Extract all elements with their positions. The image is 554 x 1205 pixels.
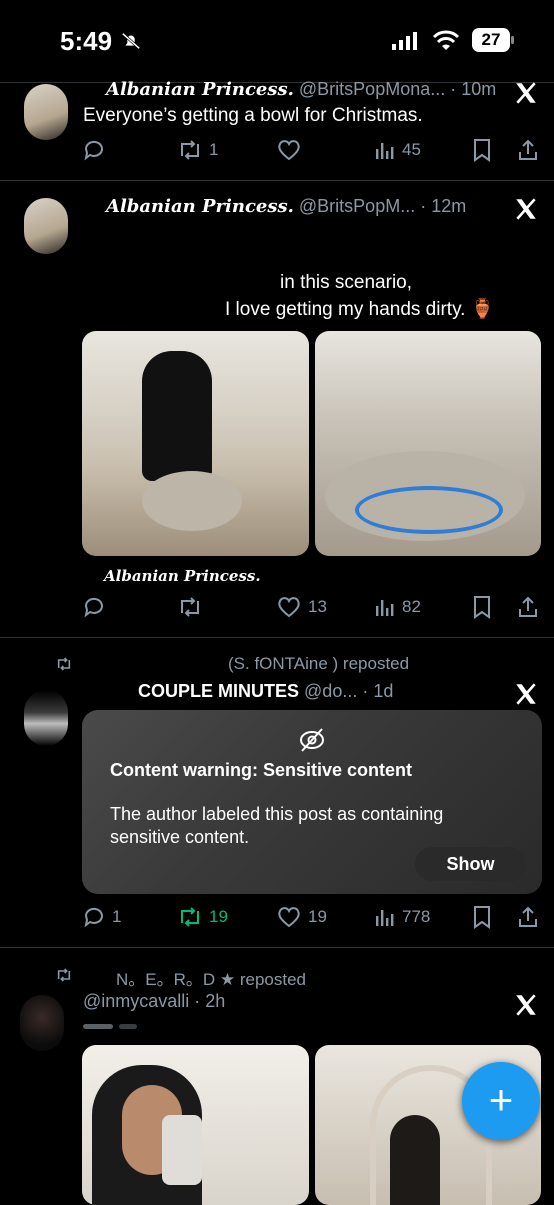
photo-figure xyxy=(142,351,212,481)
views-icon xyxy=(376,143,394,159)
show-button[interactable]: Show xyxy=(415,847,526,881)
photo-figure xyxy=(390,1115,440,1205)
photo-wheel xyxy=(142,471,242,531)
repost-indicator-icon xyxy=(57,968,71,982)
repost-button[interactable]: 1 xyxy=(177,135,218,165)
handle-time: @do... · 1d xyxy=(304,681,394,701)
reply-icon xyxy=(84,907,103,928)
handle-time: @BritsPopM... · 12m xyxy=(298,196,467,216)
repost-by[interactable]: (S. fONTAine ) reposted xyxy=(228,654,409,674)
tweet-text-line-1: in this scenario, xyxy=(280,272,413,293)
views-count: 82 xyxy=(402,597,421,616)
divider xyxy=(0,947,554,948)
repost-icon xyxy=(181,140,199,160)
warning-body: The author labeled this post as containi… xyxy=(110,804,444,847)
loading-bar xyxy=(83,1024,113,1029)
avatar[interactable] xyxy=(24,84,68,140)
battery-indicator: 27 xyxy=(472,28,510,52)
reply-button[interactable] xyxy=(82,135,112,165)
tweet-actions: 1 19 19 778 xyxy=(82,902,542,932)
battery-tip xyxy=(511,36,514,44)
bookmark-icon[interactable] xyxy=(472,595,492,619)
pottery-photo-1[interactable] xyxy=(82,331,309,556)
tweet-text-line-2: I love getting my hands dirty. 🏺 xyxy=(225,299,495,320)
views-count: 45 xyxy=(402,140,421,159)
reply-icon xyxy=(84,597,103,618)
avatar[interactable] xyxy=(24,198,68,254)
repost-icon xyxy=(181,597,199,617)
x-logo-icon xyxy=(516,82,536,104)
views-button[interactable]: 45 xyxy=(374,135,421,165)
heart-icon xyxy=(278,140,300,161)
display-name[interactable]: COUPLE MINUTES xyxy=(138,681,299,701)
warning-title: Content warning: Sensitive content xyxy=(110,760,413,780)
reply-icon xyxy=(84,140,103,161)
divider xyxy=(0,637,554,638)
repost-count: 19 xyxy=(209,907,228,926)
reply-button[interactable]: 1 xyxy=(82,902,121,932)
repost-by[interactable]: N。E。R。D ★ reposted xyxy=(116,965,306,990)
loading-bar xyxy=(119,1024,137,1029)
like-button[interactable] xyxy=(276,135,308,165)
display-name[interactable]: Albanian Princess. xyxy=(106,79,294,100)
x-logo-icon xyxy=(516,683,536,705)
tweet-actions: 13 82 xyxy=(82,592,542,622)
repost-button[interactable]: 19 xyxy=(177,902,228,932)
heart-icon xyxy=(278,597,300,618)
views-count: 778 xyxy=(402,907,431,926)
cellular-signal-icon xyxy=(392,32,417,50)
divider xyxy=(0,180,554,181)
views-button[interactable]: 82 xyxy=(374,592,421,622)
tweet-actions: 1 45 xyxy=(82,135,542,165)
avatar[interactable] xyxy=(24,690,68,746)
compose-button[interactable]: + xyxy=(462,1062,540,1140)
eye-slash-icon xyxy=(300,728,324,752)
heart-icon xyxy=(278,907,300,928)
x-logo-icon xyxy=(516,994,536,1016)
repost-icon xyxy=(181,907,199,927)
x-logo-icon xyxy=(516,198,536,220)
tweet-text: Everyone’s getting a bowl for Christmas. xyxy=(83,105,423,126)
selfie-photo-1[interactable] xyxy=(82,1045,309,1205)
handle-time[interactable]: @inmycavalli · 2h xyxy=(83,991,225,1011)
bookmark-icon[interactable] xyxy=(472,138,492,162)
share-icon[interactable] xyxy=(517,138,539,162)
reply-count: 1 xyxy=(112,907,122,926)
repost-button[interactable] xyxy=(177,592,209,622)
views-button[interactable]: 778 xyxy=(374,902,430,932)
bookmark-icon[interactable] xyxy=(472,905,492,929)
views-icon xyxy=(376,600,394,616)
pottery-photo-2[interactable] xyxy=(315,331,541,556)
status-time: 5:49 xyxy=(60,26,113,56)
share-icon[interactable] xyxy=(517,595,539,619)
photo-bowl xyxy=(355,486,503,534)
like-button[interactable]: 19 xyxy=(276,902,327,932)
views-icon xyxy=(376,910,394,926)
wifi-icon xyxy=(432,30,460,50)
status-bar: 5:49 27 xyxy=(0,0,554,82)
silent-bell-icon xyxy=(121,32,141,50)
share-icon[interactable] xyxy=(517,905,539,929)
photo-phone xyxy=(162,1115,202,1185)
image-caption: Albanian Princess. xyxy=(104,567,261,585)
handle-time: @BritsPopMona... · 10m xyxy=(298,79,497,99)
like-button[interactable]: 13 xyxy=(276,592,327,622)
like-count: 13 xyxy=(308,597,327,616)
display-name[interactable]: Albanian Princess. xyxy=(106,196,294,217)
like-count: 19 xyxy=(308,907,327,926)
content-warning-card: Content warning: Sensitive content The a… xyxy=(82,710,542,894)
reply-button[interactable] xyxy=(82,592,112,622)
avatar[interactable] xyxy=(20,995,64,1051)
repost-count: 1 xyxy=(209,140,219,159)
repost-indicator-icon xyxy=(57,657,71,671)
